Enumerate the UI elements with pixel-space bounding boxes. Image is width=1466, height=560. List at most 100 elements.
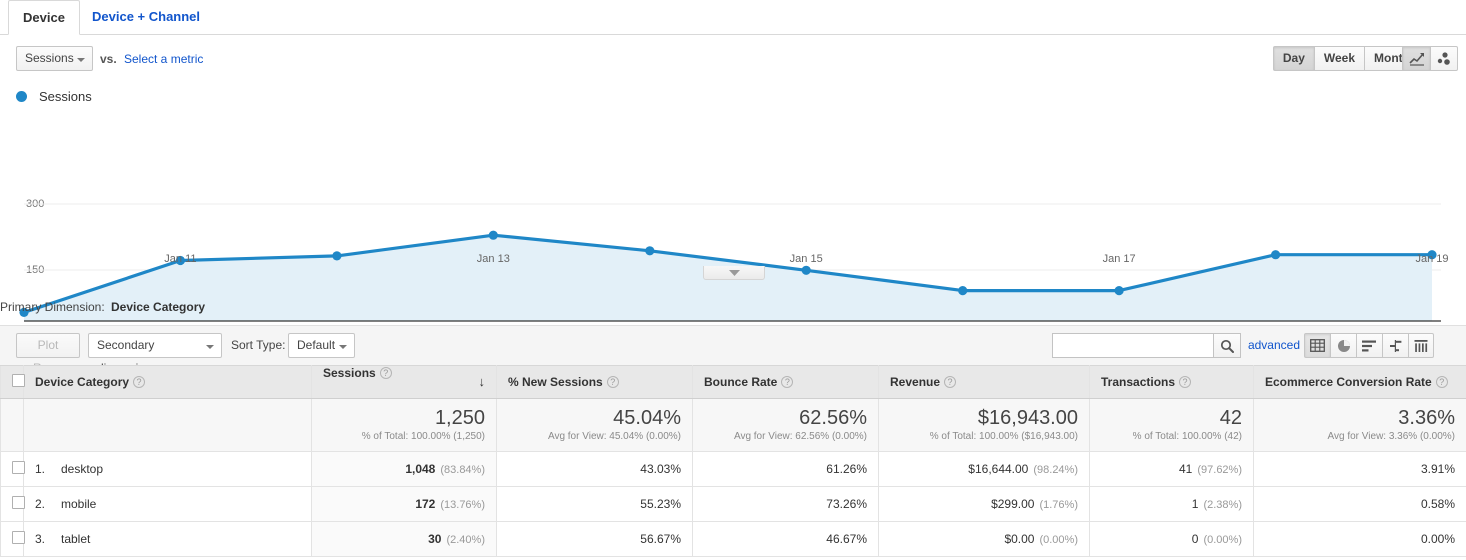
row-device-name[interactable]: mobile	[61, 497, 96, 511]
legend-color-dot	[16, 91, 27, 102]
row-bounce-rate-cell: 46.67%	[692, 521, 879, 557]
summary-revenue-value: $16,943.00	[977, 406, 1078, 429]
granularity-day[interactable]: Day	[1272, 46, 1314, 71]
help-icon[interactable]: ?	[379, 367, 392, 379]
search-button[interactable]	[1213, 333, 1241, 358]
column-label: % New Sessions	[508, 375, 603, 389]
row-checkbox[interactable]	[12, 531, 25, 544]
row-revenue-pct: (98.24%)	[1033, 464, 1078, 476]
row-device-cell: 1. desktop	[23, 451, 312, 487]
collapse-chart-handle[interactable]	[703, 266, 765, 280]
help-icon[interactable]: ?	[944, 376, 957, 388]
view-tabs: Device Device + Channel	[0, 0, 1466, 35]
help-icon[interactable]: ?	[781, 376, 794, 388]
row-checkbox[interactable]	[12, 496, 25, 509]
sort-type-dropdown[interactable]: Default	[288, 333, 355, 358]
summary-dimension-cell	[23, 398, 312, 452]
row-sessions-value: 30	[428, 532, 442, 546]
summary-bounce-rate-note: Avg for View: 62.56% (0.00%)	[733, 430, 867, 442]
column-header-device-category[interactable]: Device Category?	[23, 365, 312, 399]
table-row[interactable]: 3. tablet 30 (2.40%) 56.67% 46.67% $0.00 (0…	[0, 521, 1466, 557]
row-ecommerce-rate-cell: 0.00%	[1253, 521, 1466, 557]
row-sessions-value: 1,048	[405, 462, 436, 476]
summary-revenue-note: % of Total: 100.00% ($16,943.00)	[929, 430, 1078, 442]
row-revenue-value: $16,644.00	[968, 462, 1029, 476]
sort-type-label: Sort Type:	[231, 338, 286, 352]
pivot-view-icon[interactable]	[1408, 333, 1434, 358]
row-index: 2.	[35, 497, 46, 511]
summary-sessions-value: 1,250	[434, 406, 485, 429]
help-icon[interactable]: ?	[606, 376, 619, 388]
tab-device-channel[interactable]: Device + Channel	[78, 0, 214, 35]
help-icon[interactable]: ?	[1179, 376, 1192, 388]
row-sessions-pct: (2.40%)	[446, 534, 485, 546]
row-transactions-pct: (97.62%)	[1197, 464, 1242, 476]
table-row[interactable]: 2. mobile 172 (13.76%) 55.23% 73.26% $299.…	[0, 486, 1466, 522]
comparison-view-icon[interactable]	[1382, 333, 1408, 358]
row-device-name[interactable]: desktop	[61, 462, 103, 476]
x-axis-tick-label: Jan 11	[164, 253, 197, 265]
performance-view-icon[interactable]	[1356, 333, 1382, 358]
search-input[interactable]	[1052, 333, 1214, 358]
column-header-revenue[interactable]: Revenue?	[878, 365, 1090, 399]
tab-device[interactable]: Device	[8, 0, 80, 35]
row-device-cell: 3. tablet	[23, 521, 312, 557]
row-revenue-cell: $0.00 (0.00%)	[878, 521, 1090, 557]
column-label: Device Category	[35, 375, 130, 389]
row-checkbox-cell[interactable]	[0, 451, 25, 487]
table-row[interactable]: 1. desktop 1,048 (83.84%) 43.03% 61.26% $1…	[0, 451, 1466, 487]
table-view-icon[interactable]	[1304, 333, 1330, 358]
column-header-bounce-rate[interactable]: Bounce Rate?	[692, 365, 879, 399]
motion-chart-icon[interactable]	[1430, 46, 1458, 71]
data-point[interactable]	[488, 230, 498, 240]
row-transactions-cell: 41 (97.62%)	[1089, 451, 1254, 487]
row-sessions-cell: 30 (2.40%)	[311, 521, 497, 557]
row-checkbox-cell[interactable]	[0, 521, 25, 557]
column-header-transactions[interactable]: Transactions?	[1089, 365, 1254, 399]
column-label: Bounce Rate	[704, 375, 778, 389]
row-bounce-rate-cell: 73.26%	[692, 486, 879, 522]
row-transactions-pct: (2.38%)	[1203, 499, 1242, 511]
column-label: Sessions	[323, 366, 376, 380]
granularity-week[interactable]: Week	[1313, 46, 1365, 71]
summary-transactions-cell: 42 % of Total: 100.00% (42)	[1089, 398, 1254, 452]
select-all-header[interactable]	[0, 365, 25, 399]
summary-transactions-note: % of Total: 100.00% (42)	[1132, 430, 1242, 442]
table-toolbar: Plot Rows Secondary dimension Sort Type:…	[0, 325, 1466, 375]
row-revenue-value: $299.00	[991, 497, 1035, 511]
column-header-new-sessions[interactable]: % New Sessions?	[496, 365, 693, 399]
sort-type-value: Default	[297, 338, 336, 352]
column-header-ecommerce-conversion-rate[interactable]: Ecommerce Conversion Rate?	[1253, 365, 1466, 399]
plot-rows-button[interactable]: Plot Rows	[16, 333, 80, 375]
select-all-checkbox[interactable]	[12, 374, 25, 387]
row-revenue-cell: $299.00 (1.76%)	[878, 486, 1090, 522]
help-icon[interactable]: ?	[133, 376, 146, 388]
pie-view-icon[interactable]	[1330, 333, 1356, 358]
row-checkbox[interactable]	[12, 461, 25, 474]
row-checkbox-cell[interactable]	[0, 486, 25, 522]
row-device-name[interactable]: tablet	[61, 532, 90, 546]
secondary-dimension-dropdown[interactable]: Secondary dimension	[88, 333, 222, 375]
chart-type-group	[1402, 46, 1458, 71]
row-sessions-pct: (83.84%)	[440, 464, 485, 476]
line-chart-icon[interactable]	[1402, 46, 1430, 71]
row-revenue-pct: (1.76%)	[1039, 499, 1078, 511]
advanced-link[interactable]: advanced	[1248, 338, 1300, 352]
metric-dropdown-sessions[interactable]: Sessions	[16, 46, 93, 71]
row-transactions-value: 41	[1179, 462, 1193, 476]
chevron-down-icon	[728, 270, 740, 276]
row-index: 1.	[35, 462, 46, 476]
primary-dimension-value[interactable]: Device Category	[111, 300, 205, 314]
data-point[interactable]	[1114, 286, 1124, 296]
select-a-metric-link[interactable]: Select a metric	[124, 52, 203, 66]
row-transactions-value: 1	[1191, 497, 1199, 511]
row-sessions-value: 172	[415, 497, 436, 511]
row-ecommerce-rate-cell: 0.58%	[1253, 486, 1466, 522]
summary-checkbox-cell	[0, 398, 24, 452]
row-revenue-value: $0.00	[1004, 532, 1035, 546]
data-point[interactable]	[958, 286, 968, 296]
sort-desc-icon: ↓	[478, 374, 486, 389]
column-header-sessions[interactable]: Sessions? ↓	[311, 365, 497, 399]
x-axis-tick-label: Jan 19	[1415, 253, 1449, 265]
help-icon[interactable]: ?	[1435, 376, 1448, 388]
